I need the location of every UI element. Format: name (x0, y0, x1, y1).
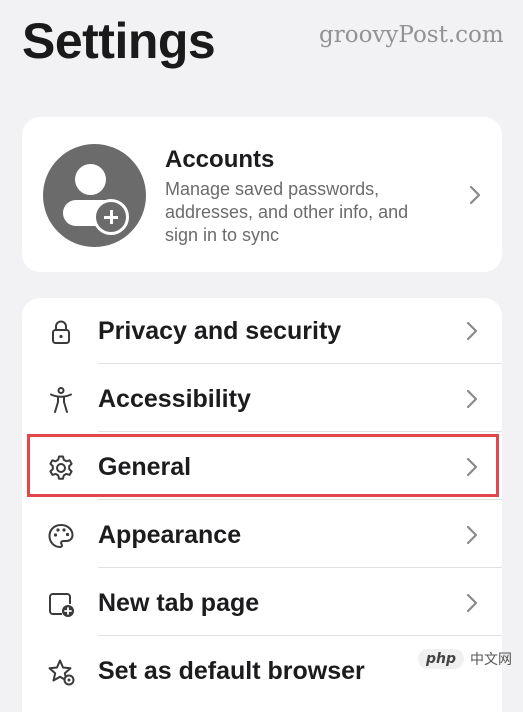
php-watermark-badge: php 中文网 (418, 644, 523, 674)
lock-icon (52, 320, 70, 344)
badge-text: 中文网 (470, 652, 513, 668)
accounts-subtitle: Manage saved passwords, addresses, and o… (165, 179, 409, 245)
chevron-right-icon (466, 389, 478, 409)
palette-icon (48, 524, 74, 548)
general-highlight-box (27, 434, 499, 497)
chevron-right-icon (466, 321, 478, 341)
settings-item-privacy-and-security[interactable]: Privacy and security (22, 298, 502, 364)
page-title: Settings (22, 13, 216, 69)
settings-item-label: Appearance (98, 521, 242, 549)
settings-item-label: Set as default browser (98, 657, 365, 685)
add-account-avatar-icon (43, 144, 146, 247)
new-tab-icon (49, 593, 74, 617)
accounts-title: Accounts (165, 146, 275, 173)
php-logo: php (418, 649, 465, 669)
star-settings-icon (48, 659, 75, 686)
accessibility-icon (50, 387, 72, 413)
chevron-right-icon (466, 525, 478, 545)
settings-item-accessibility[interactable]: Accessibility (22, 366, 502, 432)
settings-item-label: Accessibility (98, 385, 251, 413)
watermark-text: groovyPost.com (319, 22, 504, 48)
settings-item-label: New tab page (98, 589, 260, 617)
chevron-right-icon (466, 593, 478, 613)
accounts-card[interactable]: Accounts Manage saved passwords, address… (22, 117, 502, 272)
chevron-right-icon (469, 185, 481, 205)
settings-item-label: Privacy and security (98, 317, 342, 345)
settings-item-appearance[interactable]: Appearance (22, 502, 502, 568)
settings-item-new-tab-page[interactable]: New tab page (22, 570, 502, 636)
